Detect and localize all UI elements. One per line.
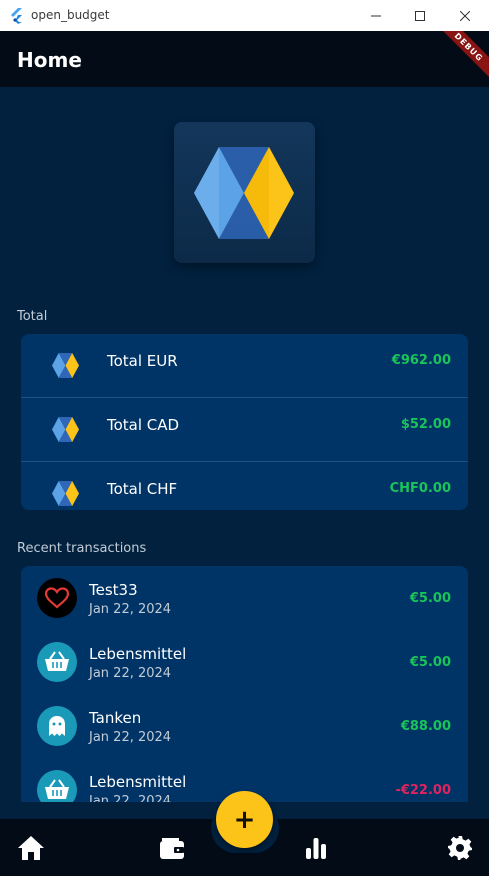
- recent-section-label: Recent transactions: [17, 541, 147, 556]
- transaction-date: Jan 22, 2024: [89, 602, 172, 617]
- page-title: Home: [17, 48, 82, 72]
- total-amount: $52.00: [400, 417, 451, 432]
- app-bar: Home: [0, 31, 489, 87]
- basket-icon: [37, 642, 77, 682]
- close-button[interactable]: [442, 0, 488, 31]
- transaction-name: Lebensmittel: [89, 645, 187, 663]
- total-row-cad[interactable]: Total CAD $52.00: [21, 398, 468, 462]
- totals-card: Total EUR €962.00 Total CAD $52.00 Total…: [21, 334, 468, 510]
- transaction-date: Jan 22, 2024: [89, 666, 172, 681]
- window-titlebar: open_budget: [0, 0, 489, 31]
- app-logo-icon: [194, 147, 294, 239]
- total-label: Total CHF: [107, 480, 178, 498]
- transaction-amount: -€22.00: [395, 783, 451, 798]
- app-logo-tile: [174, 122, 315, 263]
- currency-logo-icon: [52, 353, 79, 378]
- nav-wallet[interactable]: [142, 819, 202, 876]
- flutter-logo-icon: [11, 8, 22, 24]
- settings-icon: [448, 835, 472, 860]
- chart-icon: [306, 837, 326, 859]
- total-label: Total CAD: [107, 416, 180, 434]
- nav-home[interactable]: [1, 819, 61, 876]
- total-row-chf[interactable]: Total CHF CHF0.00: [21, 462, 468, 510]
- home-icon: [18, 835, 44, 860]
- currency-logo-icon: [52, 417, 79, 442]
- currency-logo-icon: [52, 481, 79, 506]
- plus-icon: +: [233, 804, 256, 835]
- nav-statistics[interactable]: [286, 819, 346, 876]
- total-label: Total EUR: [107, 352, 178, 370]
- add-transaction-button[interactable]: +: [216, 791, 273, 848]
- transaction-name: Test33: [89, 581, 138, 599]
- transaction-date: Jan 22, 2024: [89, 794, 172, 802]
- debug-banner: DEBUG: [429, 31, 489, 91]
- wallet-icon: [160, 837, 184, 859]
- debug-label: DEBUG: [452, 31, 485, 63]
- minimize-button[interactable]: [353, 0, 399, 31]
- transaction-amount: €5.00: [409, 591, 451, 606]
- transaction-date: Jan 22, 2024: [89, 730, 172, 745]
- total-row-eur[interactable]: Total EUR €962.00: [21, 334, 468, 398]
- total-amount: CHF0.00: [389, 481, 451, 496]
- recent-transactions-card: Test33 Jan 22, 2024 €5.00 Lebensmittel J…: [21, 566, 468, 802]
- window-title: open_budget: [31, 8, 110, 22]
- basket-icon: [37, 770, 77, 802]
- ghost-icon: [37, 706, 77, 746]
- transaction-name: Lebensmittel: [89, 773, 187, 791]
- transaction-name: Tanken: [89, 709, 142, 727]
- transaction-amount: €88.00: [400, 719, 451, 734]
- transaction-row[interactable]: Tanken Jan 22, 2024 €88.00: [21, 694, 468, 758]
- transaction-row[interactable]: Lebensmittel Jan 22, 2024 €5.00: [21, 630, 468, 694]
- heart-icon: [37, 578, 77, 618]
- maximize-button[interactable]: [397, 0, 443, 31]
- nav-settings[interactable]: [430, 819, 489, 876]
- total-amount: €962.00: [391, 353, 451, 368]
- app-content: Home DEBUG Total Total EUR €962.00 Total…: [0, 31, 489, 876]
- transaction-amount: €5.00: [409, 655, 451, 670]
- transaction-row[interactable]: Test33 Jan 22, 2024 €5.00: [21, 566, 468, 630]
- total-section-label: Total: [17, 309, 48, 324]
